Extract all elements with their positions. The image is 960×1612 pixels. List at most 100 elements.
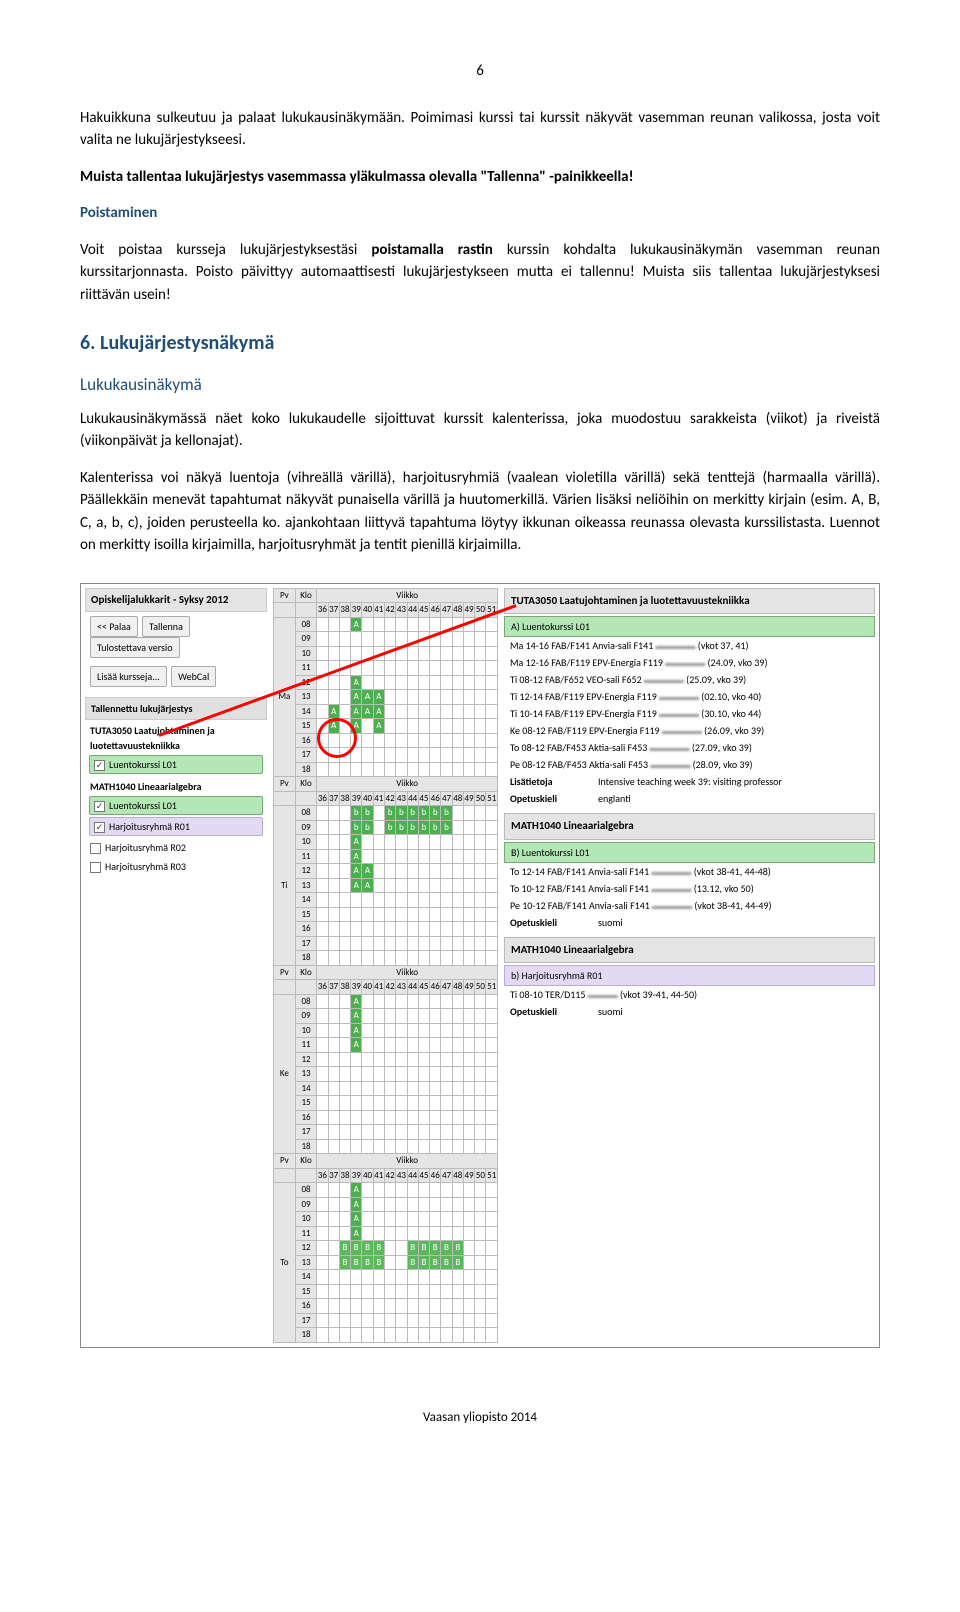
cal-cell[interactable]: b: [430, 806, 441, 821]
cal-cell[interactable]: b: [396, 820, 407, 835]
cal-cell[interactable]: b: [441, 806, 452, 821]
cal-cell[interactable]: b: [362, 820, 373, 835]
cal-cell[interactable]: B: [373, 1241, 384, 1256]
cal-cell[interactable]: b: [384, 806, 395, 821]
print-button[interactable]: Tulostettava versio: [90, 637, 180, 658]
cal-cell[interactable]: A: [351, 849, 362, 864]
cal-cell[interactable]: b: [362, 806, 373, 821]
cal-cell[interactable]: B: [418, 1241, 429, 1256]
cal-cell-empty: [396, 733, 407, 748]
cal-cell[interactable]: B: [407, 1241, 418, 1256]
cal-cell[interactable]: b: [384, 820, 395, 835]
cal-cell[interactable]: A: [351, 994, 362, 1009]
cal-cell[interactable]: A: [351, 835, 362, 850]
cal-cell-empty: [362, 733, 373, 748]
cal-cell-empty: [317, 806, 328, 821]
cal-cell[interactable]: A: [373, 704, 384, 719]
course2-item-0[interactable]: Luentokurssi L01: [89, 796, 263, 815]
cal-cell[interactable]: A: [328, 704, 339, 719]
cal-cell[interactable]: B: [452, 1241, 463, 1256]
cal-cell-empty: [452, 748, 463, 763]
cal-cell[interactable]: B: [351, 1255, 362, 1270]
cal-cell[interactable]: A: [373, 690, 384, 705]
cal-cell[interactable]: A: [351, 1212, 362, 1227]
add-courses-button[interactable]: Lisää kursseja...: [90, 666, 167, 687]
cal-cell-empty: [452, 820, 463, 835]
cal-cell[interactable]: b: [418, 806, 429, 821]
checkbox-icon[interactable]: [94, 801, 105, 812]
cal-week-39: 39: [351, 1168, 362, 1183]
cal-cell[interactable]: A: [351, 1197, 362, 1212]
cal-cell-empty: [317, 646, 328, 661]
cal-cell[interactable]: b: [351, 820, 362, 835]
cal-cell[interactable]: A: [351, 1038, 362, 1053]
cal-cell-empty: [441, 893, 452, 908]
cal-cell[interactable]: B: [362, 1241, 373, 1256]
cal-cell-empty: [407, 1328, 418, 1343]
cal-cell[interactable]: A: [351, 690, 362, 705]
cal-cell[interactable]: B: [351, 1241, 362, 1256]
cal-cell[interactable]: b: [407, 806, 418, 821]
cal-cell[interactable]: b: [396, 806, 407, 821]
save-button[interactable]: Tallenna: [142, 616, 190, 637]
checkbox-icon[interactable]: [90, 843, 101, 854]
cal-cell[interactable]: A: [351, 617, 362, 632]
cal-cell[interactable]: B: [430, 1255, 441, 1270]
cal-cell[interactable]: A: [351, 1023, 362, 1038]
cal-cell[interactable]: b: [418, 820, 429, 835]
cal-week-41: 41: [373, 791, 384, 806]
panel-button-row-2: Lisää kursseja... WebCal: [85, 662, 267, 691]
cal-cell[interactable]: b: [430, 820, 441, 835]
cal-cell[interactable]: b: [407, 820, 418, 835]
cal-week-49: 49: [463, 1168, 474, 1183]
cal-cell[interactable]: A: [362, 878, 373, 893]
cal-cell[interactable]: B: [441, 1255, 452, 1270]
calendar-grid: PvKloViikko36373839404142434445464748495…: [273, 588, 498, 1343]
cal-cell-empty: [396, 835, 407, 850]
cal-cell-empty: [452, 878, 463, 893]
checkbox-icon[interactable]: [94, 760, 105, 771]
cal-cell[interactable]: A: [351, 719, 362, 734]
cal-cell-empty: [362, 849, 373, 864]
cal-cell[interactable]: A: [351, 704, 362, 719]
cal-cell[interactable]: A: [351, 1183, 362, 1198]
cal-cell[interactable]: B: [407, 1255, 418, 1270]
cal-cell-empty: [339, 922, 350, 937]
cal-cell[interactable]: B: [373, 1255, 384, 1270]
cal-cell[interactable]: b: [351, 806, 362, 821]
back-button[interactable]: << Palaa: [90, 616, 138, 637]
cal-cell[interactable]: B: [339, 1255, 350, 1270]
course2-item-1[interactable]: Harjoitusryhmä R01: [89, 817, 263, 836]
cal-cell[interactable]: A: [373, 719, 384, 734]
cal-cell[interactable]: B: [362, 1255, 373, 1270]
cal-cell[interactable]: B: [441, 1241, 452, 1256]
cal-cell-empty: [373, 1110, 384, 1125]
cal-cell[interactable]: A: [351, 878, 362, 893]
cal-cell-empty: [452, 690, 463, 705]
cal-cell[interactable]: A: [362, 704, 373, 719]
course2-item-3[interactable]: Harjoitusryhmä R03: [85, 857, 267, 876]
checkbox-icon[interactable]: [90, 862, 101, 873]
cal-cell[interactable]: b: [441, 820, 452, 835]
cal-cell[interactable]: A: [351, 1226, 362, 1241]
course2-item-2[interactable]: Harjoitusryhmä R02: [85, 838, 267, 857]
cal-cell[interactable]: B: [339, 1241, 350, 1256]
cal-cell[interactable]: A: [351, 675, 362, 690]
cal-cell[interactable]: B: [452, 1255, 463, 1270]
checkbox-icon[interactable]: [94, 822, 105, 833]
cal-cell[interactable]: A: [328, 719, 339, 734]
webcal-button[interactable]: WebCal: [171, 666, 216, 687]
cal-cell-empty: [430, 1052, 441, 1067]
cal-cell[interactable]: B: [418, 1255, 429, 1270]
cal-cell-empty: [486, 849, 498, 864]
cal-cell-empty: [486, 994, 498, 1009]
cal-week-47: 47: [441, 1168, 452, 1183]
cal-cell-empty: [384, 936, 395, 951]
cal-cell[interactable]: B: [430, 1241, 441, 1256]
cal-cell[interactable]: A: [351, 864, 362, 879]
cal-cell[interactable]: A: [362, 864, 373, 879]
cal-cell[interactable]: A: [362, 690, 373, 705]
course1-item[interactable]: Luentokurssi L01: [89, 755, 263, 774]
cal-cell-empty: [339, 1081, 350, 1096]
cal-cell[interactable]: A: [351, 1009, 362, 1024]
